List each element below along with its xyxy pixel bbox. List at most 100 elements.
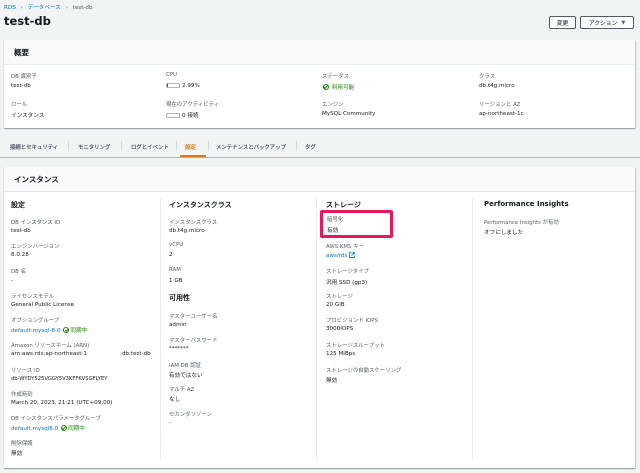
tab-monitoring[interactable]: モニタリング — [78, 143, 110, 151]
modify-button[interactable]: 変更 — [549, 16, 576, 29]
activity-value: 0 接続 — [166, 111, 199, 119]
breadcrumb-current: test-db — [72, 5, 93, 11]
arn-label: Amazon リソースネーム (ARN) — [11, 343, 90, 349]
performance-insights-value: オフにしました — [484, 230, 524, 236]
autoscaling-label: ストレージの自動スケーリング — [326, 368, 402, 374]
check-circle-icon — [63, 327, 70, 333]
summary-title: 概要 — [14, 48, 29, 57]
deletion-protection-value: 無効 — [11, 451, 23, 457]
throughput-label: ストレージスループット — [326, 343, 385, 349]
cpu-usage-bar — [166, 83, 180, 88]
settings-heading: 設定 — [11, 201, 25, 209]
activity-text: 0 接続 — [182, 113, 199, 119]
secondary-zone-label: セカンダリゾーン — [169, 412, 212, 418]
check-circle-icon — [323, 84, 329, 90]
breadcrumb-rds[interactable]: RDS — [4, 5, 16, 11]
role-label: ロール — [11, 102, 28, 108]
region-value: ap-northeast-1c — [479, 111, 524, 117]
tab-connectivity[interactable]: 接続とセキュリティ — [10, 143, 58, 151]
license-label: ライセンスモデル — [11, 294, 55, 300]
cpu-label: CPU — [166, 72, 177, 78]
iops-value: 3000IOPS — [326, 326, 354, 332]
kms-key-label: AWS KMS キー — [326, 244, 364, 250]
activity-bar — [166, 113, 180, 118]
storage-size-value: 20 GiB — [326, 302, 345, 308]
status-badge: 利用可能 — [322, 83, 354, 91]
summary-header: 概要 — [4, 40, 635, 65]
db-name-label: DB 名 — [11, 269, 26, 275]
master-password-value: ******* — [169, 346, 189, 352]
availability-heading: 可用性 — [169, 294, 190, 302]
breadcrumb: RDS › データベース › test-db — [4, 3, 93, 11]
param-group-status-text: 同期中 — [68, 426, 85, 432]
iops-label: プロビジョンド IOPS — [326, 318, 378, 324]
region-label: リージョンと AZ — [479, 102, 521, 108]
performance-insights-label: Performance Insights が有効 — [484, 220, 559, 226]
param-group-link[interactable]: default.mysql8.0 — [11, 426, 58, 432]
ram-value: 1 GB — [169, 278, 183, 284]
chevron-right-icon: › — [65, 5, 68, 11]
db-id-value: test-db — [11, 83, 31, 89]
caret-down-icon: ▼ — [621, 19, 626, 26]
multi-az-value: なし — [169, 397, 181, 403]
multi-az-label: マルチ AZ — [169, 387, 195, 393]
active-tab-indicator — [180, 155, 206, 157]
storage-type-value: 汎用 SSD (gp3) — [326, 280, 368, 286]
cpu-value: 2.99% — [166, 83, 200, 89]
ram-label: RAM — [169, 267, 181, 273]
option-group-value: default:mysql-8-0 同期中 — [11, 326, 87, 334]
class-label: クラス — [479, 74, 496, 80]
db-instance-id-value: test-db — [11, 228, 31, 234]
iam-auth-label: IAM DB 認証 — [169, 363, 201, 369]
master-user-label: マスターユーザー名 — [169, 314, 218, 320]
deletion-protection-label: 削除保護 — [11, 441, 33, 447]
column-divider — [316, 198, 317, 460]
tab-divider — [208, 141, 209, 151]
master-password-label: マスターパスワード — [169, 338, 218, 344]
tab-tags[interactable]: タグ — [305, 143, 316, 151]
storage-size-label: ストレージ — [326, 294, 353, 300]
tab-maintenance[interactable]: メンテナンスとバックアップ — [216, 143, 286, 151]
master-user-value: admin — [169, 322, 187, 328]
page-title: test-db — [4, 14, 51, 28]
engine-label: エンジン — [322, 102, 344, 108]
iam-auth-value: 有効ではない — [169, 373, 203, 379]
instance-header: インスタンス — [4, 167, 635, 192]
vcpu-value: 2 — [169, 252, 173, 258]
instance-title: インスタンス — [14, 175, 59, 184]
option-group-status-text: 同期中 — [70, 328, 88, 334]
cpu-text: 2.99% — [182, 83, 200, 89]
param-group-status: 同期中 — [60, 425, 85, 432]
activity-label: 現在のアクティビティ — [166, 102, 219, 108]
tab-divider — [296, 141, 297, 151]
breadcrumb-databases[interactable]: データベース — [28, 5, 61, 11]
option-group-link[interactable]: default:mysql-8-0 — [11, 328, 61, 334]
kms-key-link[interactable]: aws/rds — [326, 253, 347, 259]
external-link-icon[interactable] — [349, 252, 356, 258]
modify-button-label: 変更 — [556, 21, 569, 27]
status-label: ステータス — [322, 74, 349, 80]
class-value: db.t4g.micro — [479, 83, 515, 89]
instance-class-heading: インスタンスクラス — [169, 201, 232, 209]
engine-version-label: エンジンバージョン — [11, 244, 60, 250]
arn-value-part1: arn:aws:rds:ap-northeast-1 — [11, 351, 87, 357]
autoscaling-value: 無効 — [326, 378, 338, 384]
kms-key-value: aws/rds — [326, 252, 356, 259]
option-group-status: 同期中 — [62, 327, 88, 334]
tab-divider — [121, 141, 122, 151]
summary-panel: 概要 — [4, 40, 635, 128]
resource-id-value: db-WYDY525VGGY5V3KFFKVSGFLYEY — [11, 376, 108, 382]
db-name-value: - — [11, 278, 14, 284]
storage-type-label: ストレージタイプ — [326, 269, 369, 275]
db-id-label: DB 識別子 — [11, 74, 37, 80]
chevron-right-icon: › — [20, 5, 23, 11]
engine-version-value: 8.0.28 — [11, 252, 29, 258]
param-group-value: default.mysql8.0 同期中 — [11, 424, 85, 432]
created-value: March 20, 2023, 21:21 (UTC+09:00) — [11, 400, 113, 406]
param-group-label: DB インスタンスパラメータグループ — [11, 416, 101, 422]
tab-logs[interactable]: ログとイベント — [131, 143, 169, 151]
actions-button[interactable]: アクション ▼ — [580, 16, 634, 29]
arn-value-part2: :db:test-db — [120, 351, 151, 357]
column-divider — [472, 198, 473, 460]
tab-configuration[interactable]: 設定 — [185, 143, 196, 151]
